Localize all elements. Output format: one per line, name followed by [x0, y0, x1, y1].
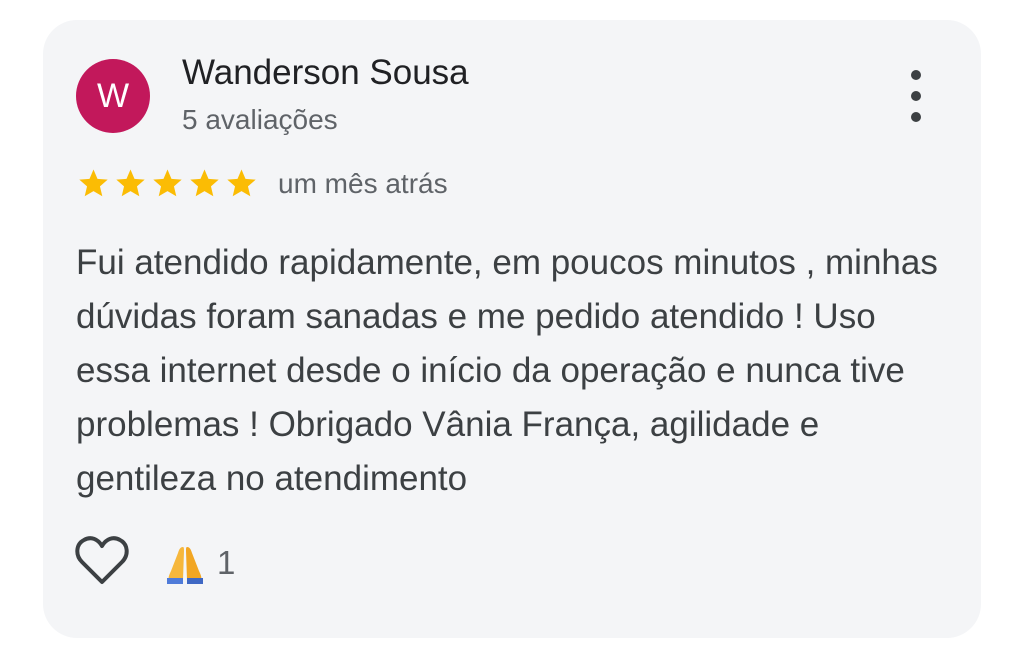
avatar[interactable]: W — [76, 59, 150, 133]
author-review-count[interactable]: 5 avaliações — [182, 104, 338, 136]
star-icon — [190, 169, 219, 197]
star-icon — [116, 169, 145, 197]
folded-hands-icon — [167, 547, 203, 584]
reaction-button[interactable]: 1 — [163, 541, 235, 585]
review-text: Fui atendido rapidamente, em poucos minu… — [76, 243, 938, 498]
more-vertical-icon-dot — [911, 91, 921, 101]
review-time: um mês atrás — [278, 168, 448, 199]
star-icon — [79, 169, 108, 197]
star-rating — [76, 167, 259, 200]
review-card: W Wanderson Sousa 5 avaliações um mês at… — [43, 20, 981, 638]
star-icon — [153, 169, 182, 197]
more-vertical-icon — [911, 70, 921, 80]
heart-outline-icon — [75, 536, 129, 584]
avatar-initial: W — [96, 76, 130, 115]
more-options-button[interactable] — [901, 70, 931, 122]
like-button[interactable] — [74, 535, 130, 587]
more-vertical-icon-dot — [911, 112, 921, 122]
reaction-count: 1 — [217, 544, 236, 581]
author-name[interactable]: Wanderson Sousa — [182, 53, 469, 93]
star-icon — [227, 169, 256, 197]
